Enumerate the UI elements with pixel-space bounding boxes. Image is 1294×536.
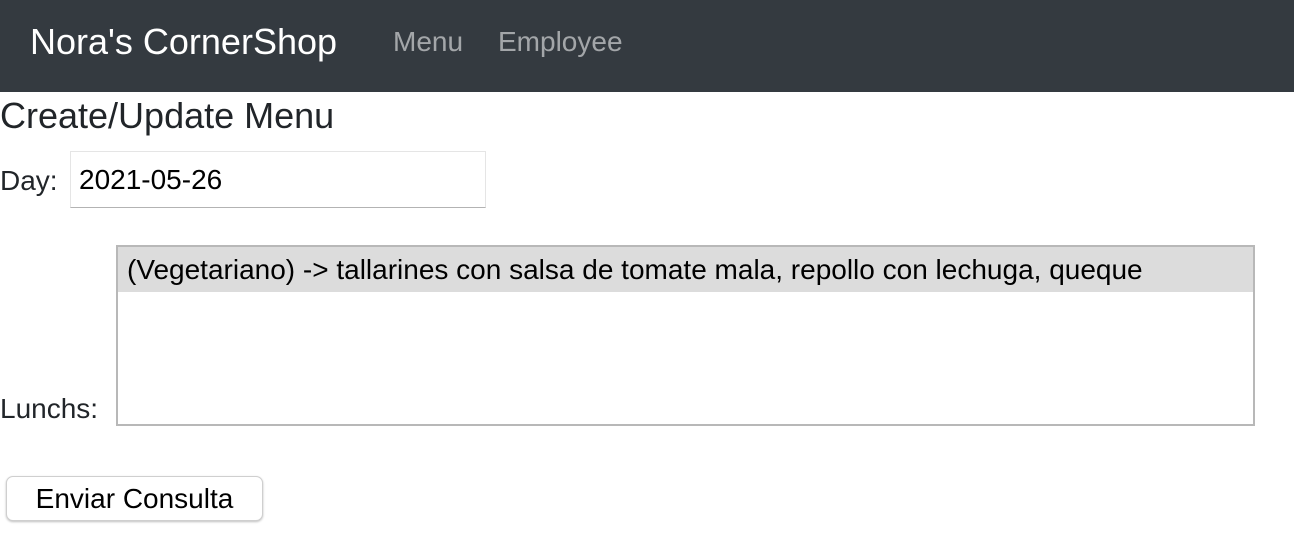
brand-link[interactable]: Nora's CornerShop [30, 20, 337, 64]
nav-link-menu[interactable]: Menu [393, 24, 463, 60]
day-input[interactable] [70, 151, 486, 208]
submit-button[interactable]: Enviar Consulta [6, 476, 263, 521]
lunchs-multiselect[interactable]: (Vegetariano) -> tallarines con salsa de… [116, 245, 1255, 426]
page-title: Create/Update Menu [0, 95, 335, 136]
navbar: Nora's CornerShop Menu Employee [0, 0, 1294, 92]
lunchs-label: Lunchs: [0, 393, 99, 424]
nav-link-employee[interactable]: Employee [498, 24, 623, 60]
day-label: Day: [0, 165, 58, 196]
lunch-option[interactable]: (Vegetariano) -> tallarines con salsa de… [118, 247, 1253, 292]
